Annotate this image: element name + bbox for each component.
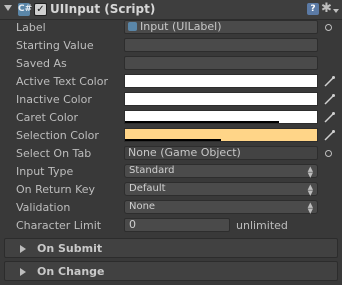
active-text-color-swatch[interactable]: [124, 74, 318, 88]
selection-color-alpha-bar: [125, 139, 221, 141]
object-picker-icon[interactable]: [325, 150, 332, 157]
character-limit-suffix: unlimited: [236, 219, 288, 232]
input-type-value: Standard: [129, 165, 175, 176]
row-starting-value: Starting Value: [0, 37, 342, 55]
foldout-arrow-icon: [20, 245, 26, 253]
input-type-dropdown[interactable]: Standard ▲ ▼: [124, 164, 318, 179]
starting-value-input[interactable]: [124, 38, 318, 52]
active-text-color-label: Active Text Color: [16, 75, 108, 88]
on-submit-label: On Submit: [37, 242, 103, 255]
label-field-label: Label: [16, 21, 46, 34]
eyedropper-icon[interactable]: [322, 129, 336, 143]
eyedropper-icon[interactable]: [322, 111, 336, 125]
gear-dropdown-icon[interactable]: [333, 9, 339, 13]
on-return-key-label: On Return Key: [16, 183, 96, 196]
character-limit-label: Character Limit: [16, 219, 102, 232]
row-saved-as: Saved As: [0, 55, 342, 73]
foldout-arrow-icon: [20, 268, 26, 276]
validation-value: None: [129, 201, 156, 212]
on-change-foldout[interactable]: On Change: [4, 261, 338, 281]
selection-color-swatch[interactable]: [124, 128, 318, 142]
select-on-tab-label: Select On Tab: [16, 147, 92, 160]
row-select-on-tab: Select On Tab None (Game Object): [0, 145, 342, 163]
inactive-color-label: Inactive Color: [16, 93, 92, 106]
validation-dropdown[interactable]: None ▲ ▼: [124, 200, 318, 215]
component-header[interactable]: C# ✓ UIInput (Script) ? ✱: [0, 0, 342, 20]
row-label: Label Input (UILabel): [0, 19, 342, 37]
selection-color-label: Selection Color: [16, 129, 99, 142]
caret-color-alpha-bar: [125, 121, 279, 123]
validation-label: Validation: [16, 201, 71, 214]
dropdown-arrows-icon: ▲ ▼: [307, 183, 313, 197]
character-limit-input[interactable]: 0: [124, 218, 230, 232]
on-change-label: On Change: [37, 265, 105, 278]
select-on-tab-object-field[interactable]: None (Game Object): [124, 146, 318, 160]
row-input-type: Input Type Standard ▲ ▼: [0, 163, 342, 181]
component-enabled-checkbox[interactable]: ✓: [34, 3, 47, 16]
row-caret-color: Caret Color: [0, 109, 342, 127]
label-object-field[interactable]: Input (UILabel): [124, 20, 318, 34]
eyedropper-icon[interactable]: [322, 75, 336, 89]
saved-as-label: Saved As: [16, 57, 67, 70]
on-submit-foldout[interactable]: On Submit: [4, 238, 338, 258]
on-return-key-value: Default: [129, 183, 166, 194]
component-title: UIInput (Script): [50, 2, 156, 16]
dropdown-arrows-icon: ▲ ▼: [307, 165, 313, 179]
caret-color-swatch[interactable]: [124, 110, 318, 124]
caret-color-label: Caret Color: [16, 111, 78, 124]
on-return-key-dropdown[interactable]: Default ▲ ▼: [124, 182, 318, 197]
foldout-arrow-icon[interactable]: [4, 5, 12, 11]
gear-icon[interactable]: ✱: [321, 1, 332, 16]
input-type-label: Input Type: [16, 165, 74, 178]
script-icon: C#: [18, 3, 33, 16]
starting-value-label: Starting Value: [16, 39, 94, 52]
row-validation: Validation None ▲ ▼: [0, 199, 342, 217]
label-object-value: Input (UILabel): [140, 20, 222, 33]
help-icon[interactable]: ?: [307, 3, 319, 15]
object-picker-icon[interactable]: [325, 24, 332, 31]
eyedropper-icon[interactable]: [322, 93, 336, 107]
saved-as-input[interactable]: [124, 56, 318, 70]
row-character-limit: Character Limit 0 unlimited: [0, 217, 342, 235]
inspector-component-panel: C# ✓ UIInput (Script) ? ✱ Label Input (U…: [0, 0, 342, 285]
uilabel-icon: [128, 22, 137, 31]
select-on-tab-value: None (Game Object): [128, 146, 241, 159]
row-selection-color: Selection Color: [0, 127, 342, 145]
row-on-return-key: On Return Key Default ▲ ▼: [0, 181, 342, 199]
row-inactive-color: Inactive Color: [0, 91, 342, 109]
inactive-color-swatch[interactable]: [124, 92, 318, 106]
row-active-text-color: Active Text Color: [0, 73, 342, 91]
dropdown-arrows-icon: ▲ ▼: [307, 201, 313, 215]
